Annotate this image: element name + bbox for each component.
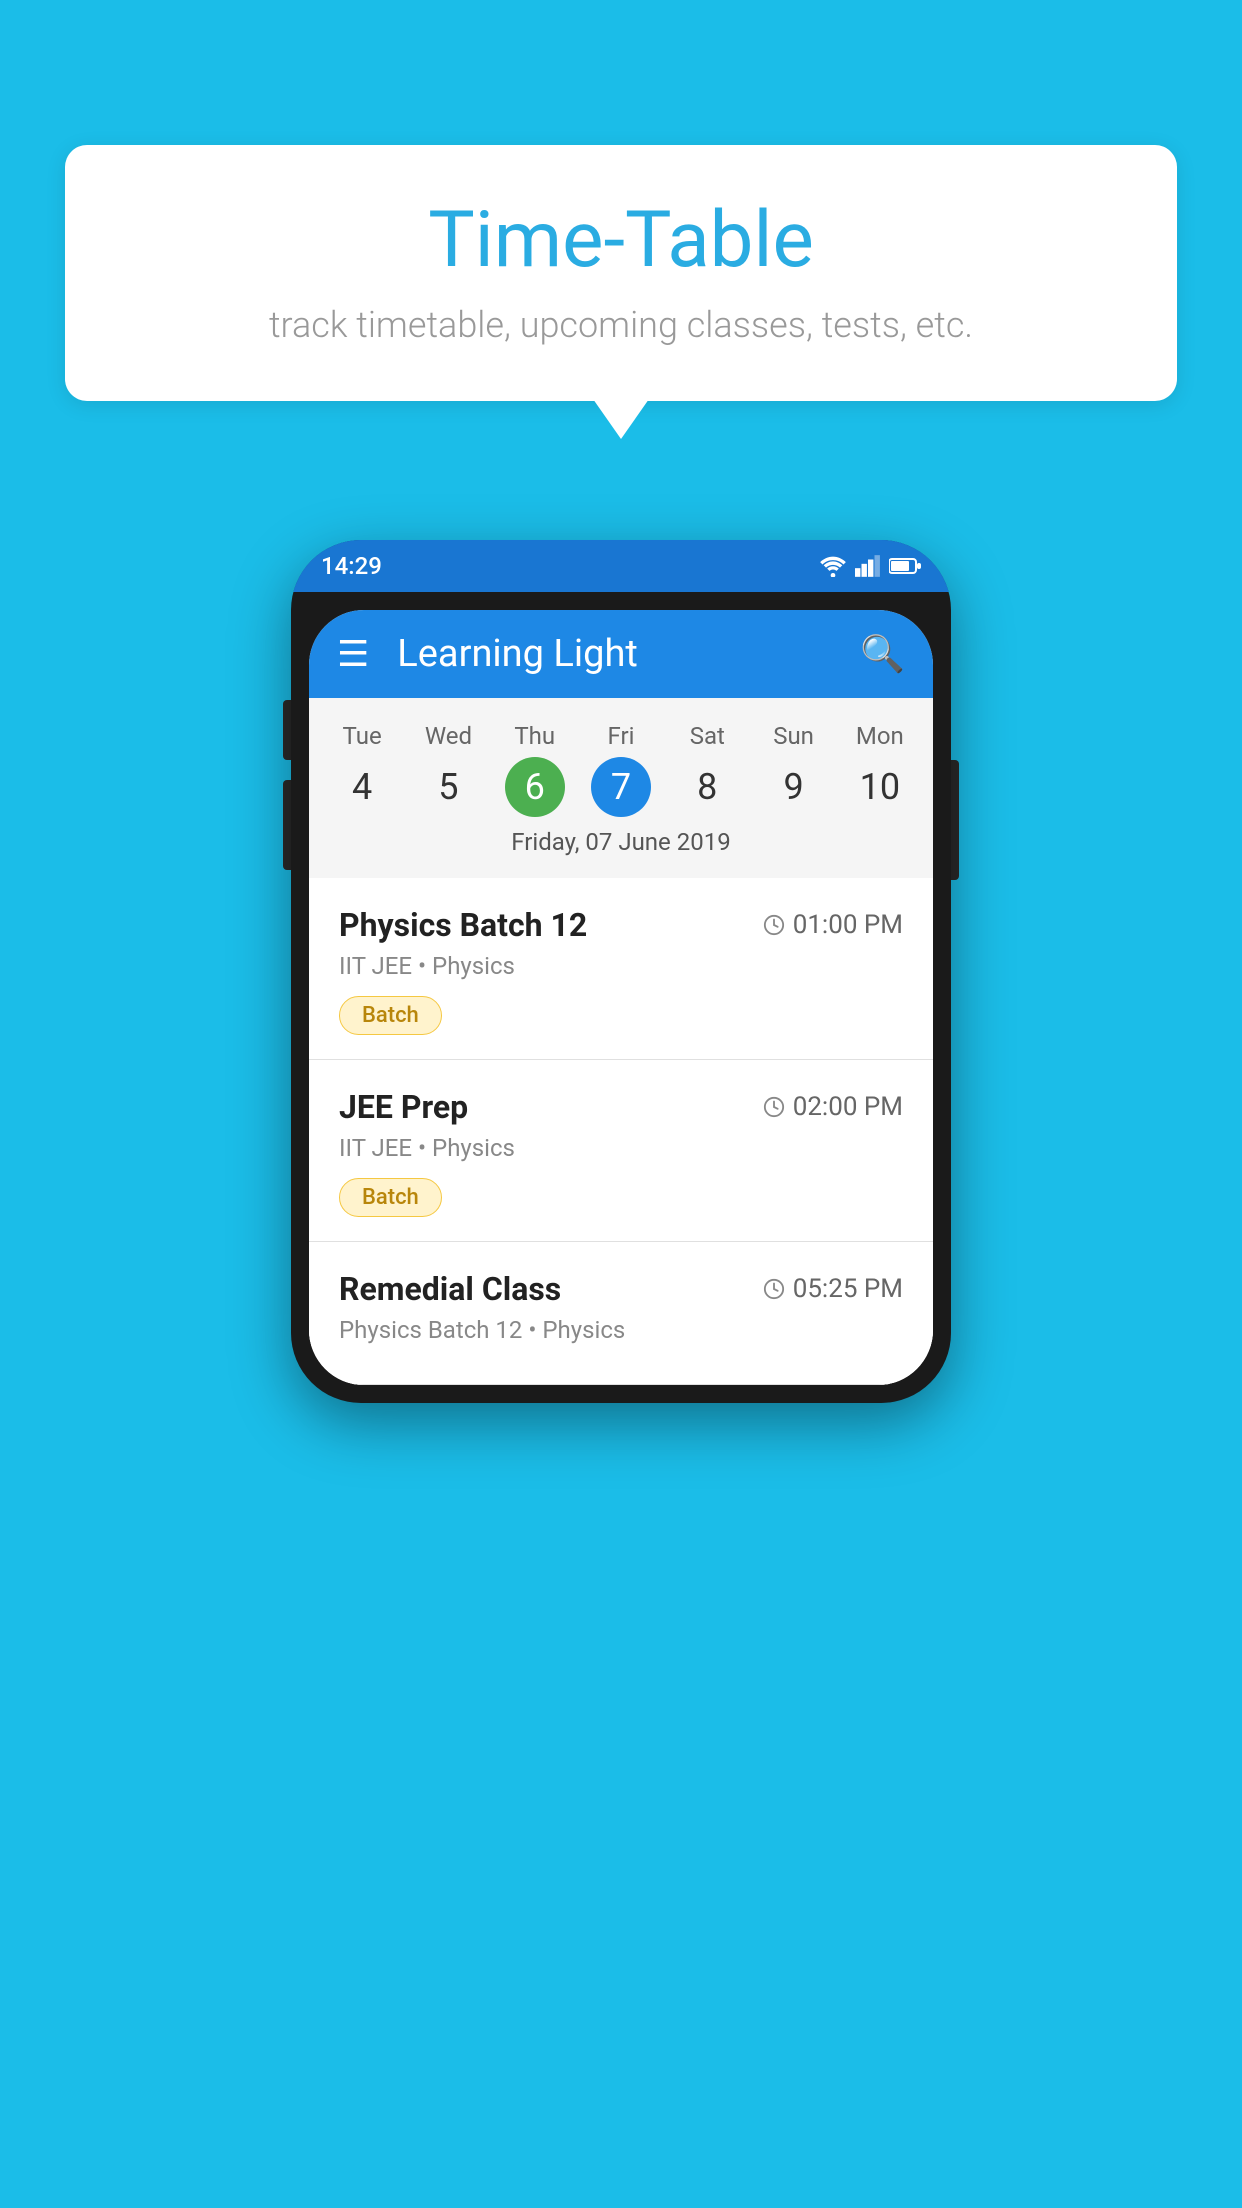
schedule-item-2-header: JEE Prep 02:00 PM [339,1088,903,1126]
schedule-item-1-title: Physics Batch 12 [339,906,587,944]
day-header-wed: Wed [405,716,491,756]
phone-mockup: 14:29 [291,540,951,1403]
status-bar: 14:29 [291,540,951,592]
phone-body: 14:29 [291,540,951,1403]
speech-bubble-title: Time-Table [125,195,1117,286]
schedule-item-3-subtitle: Physics Batch 12 • Physics [339,1316,903,1344]
schedule-item-1-header: Physics Batch 12 01:00 PM [339,906,903,944]
schedule-item-1-subtitle: IIT JEE • Physics [339,952,903,980]
status-icons [819,555,921,577]
schedule-item-3-time: 05:25 PM [763,1274,903,1304]
day-header-sat: Sat [664,716,750,756]
app-bar-title: Learning Light [397,632,860,676]
schedule-item-remedial[interactable]: Remedial Class 05:25 PM Physics Batch 12… [309,1242,933,1385]
schedule-item-1-badge: Batch [339,996,442,1035]
schedule-item-physics-batch[interactable]: Physics Batch 12 01:00 PM IIT JEE • Phys… [309,878,933,1060]
day-header-tue: Tue [319,716,405,756]
clock-icon-2 [763,1096,785,1118]
calendar-strip: Tue Wed Thu Fri Sat Sun Mon 4 5 6 7 8 9 … [309,698,933,878]
schedule-item-3-title: Remedial Class [339,1270,561,1308]
clock-icon-1 [763,914,785,936]
schedule-list: Physics Batch 12 01:00 PM IIT JEE • Phys… [309,878,933,1385]
speech-bubble-section: Time-Table track timetable, upcoming cla… [65,145,1177,401]
schedule-item-jee-prep[interactable]: JEE Prep 02:00 PM IIT JEE • Physics Batc… [309,1060,933,1242]
selected-date-label: Friday, 07 June 2019 [309,818,933,870]
day-8[interactable]: 8 [664,756,750,818]
day-5[interactable]: 5 [405,756,491,818]
hamburger-menu-button[interactable]: ☰ [337,633,369,675]
day-9[interactable]: 9 [750,756,836,818]
search-button[interactable]: 🔍 [860,633,905,675]
status-time: 14:29 [321,552,382,580]
phone-screen: ☰ Learning Light 🔍 Tue Wed Thu Fri Sat S… [309,610,933,1385]
signal-icon [855,555,881,577]
speech-bubble-subtitle: track timetable, upcoming classes, tests… [125,304,1117,346]
schedule-item-1-time: 01:00 PM [763,910,903,940]
power-button [951,760,959,880]
day-headers: Tue Wed Thu Fri Sat Sun Mon [309,716,933,756]
volume-up-button [283,700,291,760]
schedule-item-2-subtitle: IIT JEE • Physics [339,1134,903,1162]
volume-down-button [283,780,291,870]
speech-bubble-card: Time-Table track timetable, upcoming cla… [65,145,1177,401]
day-10[interactable]: 10 [837,756,923,818]
day-header-sun: Sun [750,716,836,756]
app-bar: ☰ Learning Light 🔍 [309,610,933,698]
schedule-item-2-time: 02:00 PM [763,1092,903,1122]
day-6-today[interactable]: 6 [505,757,565,817]
schedule-item-2-title: JEE Prep [339,1088,468,1126]
day-header-mon: Mon [837,716,923,756]
schedule-item-3-header: Remedial Class 05:25 PM [339,1270,903,1308]
day-header-thu: Thu [492,716,578,756]
wifi-icon [819,555,847,577]
schedule-item-2-badge: Batch [339,1178,442,1217]
day-header-fri: Fri [578,716,664,756]
day-4[interactable]: 4 [319,756,405,818]
clock-icon-3 [763,1278,785,1300]
battery-icon [889,556,921,576]
day-numbers: 4 5 6 7 8 9 10 [309,756,933,818]
day-7-selected[interactable]: 7 [591,757,651,817]
